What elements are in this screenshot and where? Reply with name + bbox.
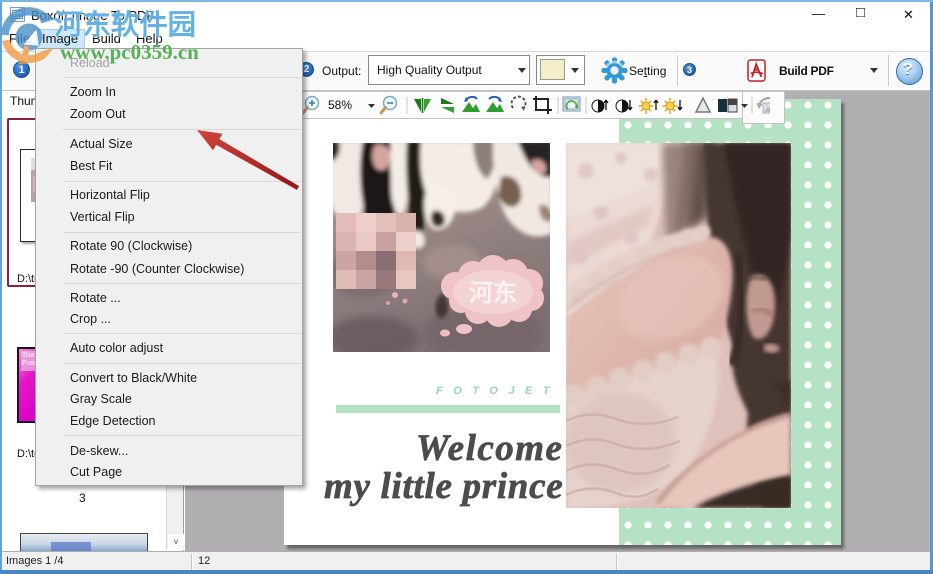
svg-text:58%: 58% (328, 98, 352, 112)
svg-text:河东软件园: 河东软件园 (54, 8, 196, 40)
svg-text:河东: 河东 (469, 279, 517, 307)
